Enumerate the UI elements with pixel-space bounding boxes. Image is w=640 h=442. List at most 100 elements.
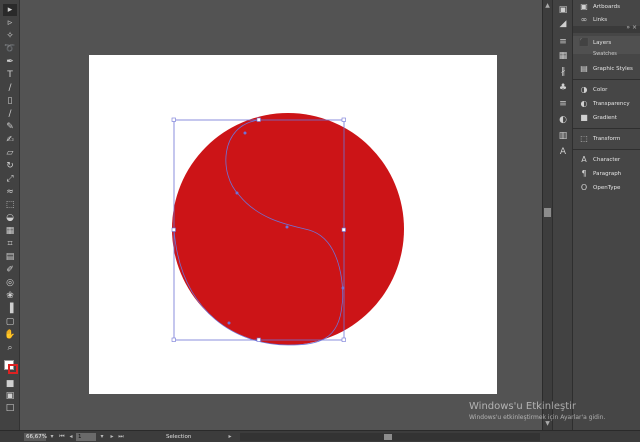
line-segment-icon[interactable]: ∕ <box>3 82 17 94</box>
vertical-scroll-thumb[interactable] <box>544 208 551 217</box>
status-bar: 66,67% ▾ ⏮ ◂ 1 ▾ ▸ ⏭ Selection ▸ <box>0 430 640 442</box>
horizontal-scrollbar[interactable] <box>240 433 540 441</box>
eyedropper-icon[interactable]: ✐ <box>3 264 17 276</box>
handle-tl[interactable] <box>171 117 176 122</box>
paragraph-icon: ¶ <box>581 169 587 178</box>
pencil-icon[interactable]: ✎ <box>3 121 17 133</box>
direct-selection-icon[interactable]: ▹ <box>3 17 17 29</box>
artboard-icon[interactable]: ▢ <box>3 316 17 328</box>
scroll-up-icon[interactable]: ▲ <box>544 2 551 10</box>
gradient-icon[interactable]: ▤ <box>3 251 17 263</box>
links-icon[interactable]: ◢ <box>557 18 569 30</box>
panel-transform[interactable]: ⬚ Transform <box>573 132 640 146</box>
last-artboard-icon[interactable]: ⏭ <box>117 433 125 441</box>
screen-mode-icon[interactable]: □ <box>3 402 17 414</box>
panel-gradient[interactable]: ■ Gradient <box>573 111 640 125</box>
vertical-scrollbar[interactable]: ▲ ▼ <box>542 0 552 430</box>
layers-icon: ⬛ <box>579 38 589 47</box>
free-transform-icon[interactable]: ⬚ <box>3 199 17 211</box>
divider <box>573 79 640 80</box>
shape-builder-icon[interactable]: ◒ <box>3 212 17 224</box>
character-icon: A <box>581 155 587 164</box>
handle-tr[interactable] <box>341 117 346 122</box>
panel-group-header[interactable]: » × <box>573 24 640 33</box>
blend-icon[interactable]: ◎ <box>3 277 17 289</box>
handle-bm[interactable] <box>256 337 261 342</box>
current-tool-status[interactable]: Selection <box>166 433 191 441</box>
anchor-point[interactable] <box>227 321 231 325</box>
zoom-dropdown-icon[interactable]: ▾ <box>48 433 56 441</box>
stroke-icon[interactable]: ≡ <box>557 98 569 110</box>
drawing-mode-icon[interactable]: ▣ <box>3 390 17 402</box>
first-artboard-icon[interactable]: ⏮ <box>58 433 66 441</box>
rotate-icon[interactable]: ↻ <box>3 160 17 172</box>
panel-label: Layers <box>593 40 612 46</box>
align-icon[interactable]: ▥ <box>557 130 569 142</box>
artboard[interactable] <box>89 55 497 394</box>
zoom-level-field[interactable]: 66,67% <box>24 433 47 441</box>
panel-label: OpenType <box>593 185 621 191</box>
collapse-icon[interactable]: » × <box>626 24 637 31</box>
handle-br[interactable] <box>341 337 346 342</box>
blob-brush-icon[interactable]: ✍ <box>3 134 17 146</box>
type-icon[interactable]: T <box>3 69 17 81</box>
artboard-dropdown-icon[interactable]: ▾ <box>98 433 106 441</box>
symbols-icon[interactable]: ♣ <box>557 82 569 94</box>
anchor-point[interactable] <box>285 225 289 229</box>
panel-label: Transparency <box>593 101 630 107</box>
glyphs-icon[interactable]: A <box>557 146 569 158</box>
artwork[interactable] <box>89 55 497 394</box>
perspective-grid-icon[interactable]: ▦ <box>3 225 17 237</box>
previous-artboard-icon[interactable]: ◂ <box>67 433 75 441</box>
panel-graphic-styles[interactable]: ▤ Graphic Styles <box>573 62 640 76</box>
panel-dock: ▣ Artboards ∞ Links » × ⬛ Layers Swatche… <box>572 0 640 430</box>
column-graph-icon[interactable]: ▐ <box>3 303 17 315</box>
handle-bl[interactable] <box>171 337 176 342</box>
watermark-subtitle: Windows'u etkinleştirmek için Ayarlar'a … <box>469 414 606 421</box>
symbol-sprayer-icon[interactable]: ❀ <box>3 290 17 302</box>
red-circle[interactable] <box>172 113 404 345</box>
artboards-icon[interactable]: ▣ <box>557 4 569 16</box>
warp-icon[interactable]: ≈ <box>3 186 17 198</box>
scale-icon[interactable]: ⤢ <box>3 173 17 185</box>
canvas-area[interactable] <box>21 0 542 430</box>
panel-label: Graphic Styles <box>593 66 633 72</box>
panel-paragraph[interactable]: ¶ Paragraph <box>573 167 640 181</box>
anchor-point[interactable] <box>341 286 345 290</box>
panel-opentype[interactable]: O OpenType <box>573 181 640 195</box>
next-artboard-icon[interactable]: ▸ <box>108 433 116 441</box>
opentype-icon: O <box>580 183 588 192</box>
paintbrush-icon[interactable]: ∕ <box>3 108 17 120</box>
panel-icon-strip: ▣ ◢ ≡ ▦ ∦ ♣ ≡ ◐ ▥ A <box>552 0 572 430</box>
handle-mr[interactable] <box>341 227 346 232</box>
panel-transparency[interactable]: ◐ Transparency <box>573 97 640 111</box>
pen-icon[interactable]: ✒ <box>3 56 17 68</box>
panel-label: Artboards <box>593 4 620 10</box>
anchor-point[interactable] <box>243 131 247 135</box>
artboard-number-field[interactable]: 1 <box>76 433 96 441</box>
magic-wand-icon[interactable]: ✧ <box>3 30 17 42</box>
brushes-icon[interactable]: ∦ <box>557 66 569 78</box>
lasso-icon[interactable]: ➰ <box>3 43 17 55</box>
panel-character[interactable]: A Character <box>573 153 640 167</box>
selection-icon[interactable]: ▸ <box>3 4 17 16</box>
stroke-swatch[interactable] <box>8 364 18 374</box>
layers-icon[interactable]: ≡ <box>557 36 569 48</box>
mesh-icon[interactable]: ⌗ <box>3 238 17 250</box>
swatches-icon[interactable]: ▦ <box>557 50 569 62</box>
rectangle-icon[interactable]: ▯ <box>3 95 17 107</box>
zoom-icon[interactable]: ⌕ <box>3 342 17 354</box>
anchor-point[interactable] <box>235 191 239 195</box>
handle-tm[interactable] <box>256 117 261 122</box>
color-mode-icon[interactable]: ■ <box>3 378 17 390</box>
panel-swatches[interactable]: Swatches <box>593 51 617 55</box>
eraser-icon[interactable]: ▱ <box>3 147 17 159</box>
status-menu-icon[interactable]: ▸ <box>226 433 234 441</box>
horizontal-scroll-thumb[interactable] <box>384 434 392 440</box>
handle-ml[interactable] <box>171 227 176 232</box>
transform-icon: ⬚ <box>580 134 588 143</box>
panel-artboards[interactable]: ▣ Artboards <box>573 0 640 14</box>
panel-color[interactable]: ◑ Color <box>573 83 640 97</box>
appearance-icon[interactable]: ◐ <box>557 114 569 126</box>
hand-icon[interactable]: ✋ <box>3 329 17 341</box>
